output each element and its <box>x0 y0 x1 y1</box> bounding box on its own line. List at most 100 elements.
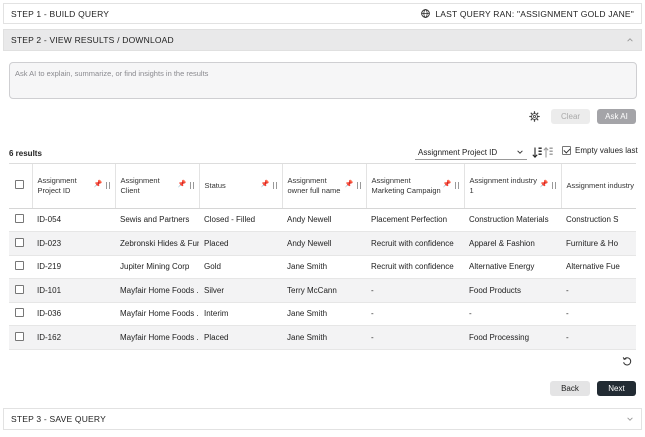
results-table: Assignment Project ID 📌 Assignment Client… <box>9 163 636 350</box>
table-cell: - <box>464 302 561 326</box>
table-cell: ID-219 <box>32 255 115 279</box>
chevron-down-icon <box>517 150 523 154</box>
column-header-label: Assignment owner full name <box>287 176 341 195</box>
table-cell: Zebronski Hides & Furs <box>115 231 199 256</box>
table-cell: Construction S <box>561 208 636 232</box>
table-cell: Mayfair Home Foods ... <box>115 278 199 303</box>
table-cell: Terry McCann <box>282 278 366 303</box>
row-checkbox[interactable] <box>15 214 24 224</box>
table-cell: ID-162 <box>32 325 115 350</box>
sort-field-value: Assignment Project ID <box>418 147 498 157</box>
table-cell: - <box>366 278 464 303</box>
column-header-label: Assignment Project ID <box>37 176 77 195</box>
table-cell: - <box>561 278 636 303</box>
row-select-cell <box>9 325 32 350</box>
pin-icon[interactable]: 📌 <box>443 181 452 190</box>
globe-icon <box>421 9 431 18</box>
next-button[interactable]: Next <box>597 381 636 396</box>
table-cell: Recruit with confidence <box>366 231 464 256</box>
table-cell: - <box>366 302 464 326</box>
table-cell: Alternative Fue <box>561 255 636 279</box>
column-header-label: Assignment Client <box>120 176 160 195</box>
pin-icon[interactable]: 📌 <box>261 181 270 190</box>
last-query-text: LAST QUERY RAN: "ASSIGNMENT GOLD JANE" <box>435 8 634 19</box>
column-header[interactable]: Assignment Marketing Campaign 📌 <box>366 164 465 209</box>
empty-values-last-checkbox[interactable] <box>562 146 571 155</box>
row-checkbox[interactable] <box>15 331 24 341</box>
row-select-cell <box>9 278 32 303</box>
gear-icon[interactable] <box>529 111 540 122</box>
back-button[interactable]: Back <box>550 381 590 396</box>
table-cell: - <box>366 325 464 350</box>
select-all-checkbox[interactable] <box>15 180 24 190</box>
row-checkbox[interactable] <box>15 237 24 247</box>
pin-icon[interactable]: 📌 <box>178 181 187 190</box>
row-select-cell <box>9 208 32 232</box>
table-cell: Silver <box>199 278 282 303</box>
table-cell: Apparel & Fashion <box>464 231 561 256</box>
table-cell: Closed - Filled <box>199 208 282 232</box>
table-row[interactable]: ID-023 Zebronski Hides & Furs Placed And… <box>9 231 636 256</box>
table-cell: Construction Materials <box>464 208 561 232</box>
chevron-up-icon[interactable] <box>626 36 634 44</box>
table-cell: Furniture & Ho <box>561 231 636 256</box>
table-cell: Food Processing <box>464 325 561 350</box>
sort-field-select[interactable]: Assignment Project ID <box>415 145 527 160</box>
drag-handle-icon[interactable] <box>272 182 277 190</box>
reset-icon[interactable] <box>622 356 632 366</box>
column-header[interactable]: Assignment Client 📌 <box>115 164 200 209</box>
table-cell: ID-054 <box>32 208 115 232</box>
column-header[interactable]: Assignment Project ID 📌 <box>32 164 116 209</box>
column-header-label: Assignment industry 2 <box>566 181 637 191</box>
drag-handle-icon[interactable] <box>189 182 194 190</box>
step3-header[interactable]: STEP 3 - SAVE QUERY <box>3 408 642 430</box>
table-row[interactable]: ID-219 Jupiter Mining Corp Gold Jane Smi… <box>9 255 636 279</box>
row-checkbox[interactable] <box>15 308 24 318</box>
table-cell: - <box>561 302 636 326</box>
table-row[interactable]: ID-162 Mayfair Home Foods ... Placed Jan… <box>9 325 636 350</box>
column-header[interactable]: Assignment owner full name 📌 <box>282 164 367 209</box>
table-cell: ID-101 <box>32 278 115 303</box>
table-cell: Gold <box>199 255 282 279</box>
table-header-row: Assignment Project ID 📌 Assignment Client… <box>9 164 637 209</box>
column-header-label: Assignment Marketing Campaign <box>371 176 441 195</box>
table-cell: Jane Smith <box>282 255 366 279</box>
row-checkbox[interactable] <box>15 261 24 271</box>
row-checkbox[interactable] <box>15 284 24 294</box>
ask-ai-button[interactable]: Ask AI <box>597 109 636 124</box>
drag-handle-icon[interactable] <box>356 182 361 190</box>
table-row[interactable]: ID-054 Sewis and Partners Closed - Fille… <box>9 208 636 232</box>
table-cell: Jupiter Mining Corp <box>115 255 199 279</box>
step2-label: STEP 2 - VIEW RESULTS / DOWNLOAD <box>11 35 174 45</box>
step1-header[interactable]: STEP 1 - BUILD QUERY LAST QUERY RAN: "AS… <box>3 3 642 24</box>
pin-icon[interactable]: 📌 <box>94 181 103 190</box>
column-header[interactable]: Assignment industry 1 📌 <box>464 164 562 209</box>
table-cell: ID-023 <box>32 231 115 256</box>
drag-handle-icon[interactable] <box>105 182 110 190</box>
table-cell: Recruit with confidence <box>366 255 464 279</box>
table-cell: Andy Newell <box>282 231 366 256</box>
pin-icon[interactable]: 📌 <box>345 181 354 190</box>
chevron-down-icon[interactable] <box>626 415 634 423</box>
pin-icon[interactable]: 📌 <box>540 181 549 190</box>
drag-handle-icon[interactable] <box>551 182 556 190</box>
column-header[interactable]: Assignment industry 2📌 <box>561 164 637 209</box>
table-row[interactable]: ID-101 Mayfair Home Foods ... Silver Ter… <box>9 278 636 303</box>
table-cell: Food Products <box>464 278 561 303</box>
select-all-cell <box>9 164 33 209</box>
sort-direction-toggle[interactable] <box>532 146 554 159</box>
table-cell: Andy Newell <box>282 208 366 232</box>
table-cell: Jane Smith <box>282 302 366 326</box>
clear-button[interactable]: Clear <box>551 109 590 124</box>
table-cell: - <box>561 325 636 350</box>
step1-label: STEP 1 - BUILD QUERY <box>11 8 110 19</box>
ai-prompt-input[interactable]: Ask AI to explain, summarize, or find in… <box>9 62 637 99</box>
empty-values-last-toggle[interactable]: Empty values last <box>562 146 638 155</box>
drag-handle-icon[interactable] <box>454 182 459 190</box>
table-cell: Interim <box>199 302 282 326</box>
table-row[interactable]: ID-036 Mayfair Home Foods ... Interim Ja… <box>9 302 636 326</box>
step2-header[interactable]: STEP 2 - VIEW RESULTS / DOWNLOAD <box>3 29 642 51</box>
table-cell: Sewis and Partners <box>115 208 199 232</box>
column-header[interactable]: Status 📌 <box>199 164 283 209</box>
last-query-info: LAST QUERY RAN: "ASSIGNMENT GOLD JANE" <box>421 9 634 19</box>
